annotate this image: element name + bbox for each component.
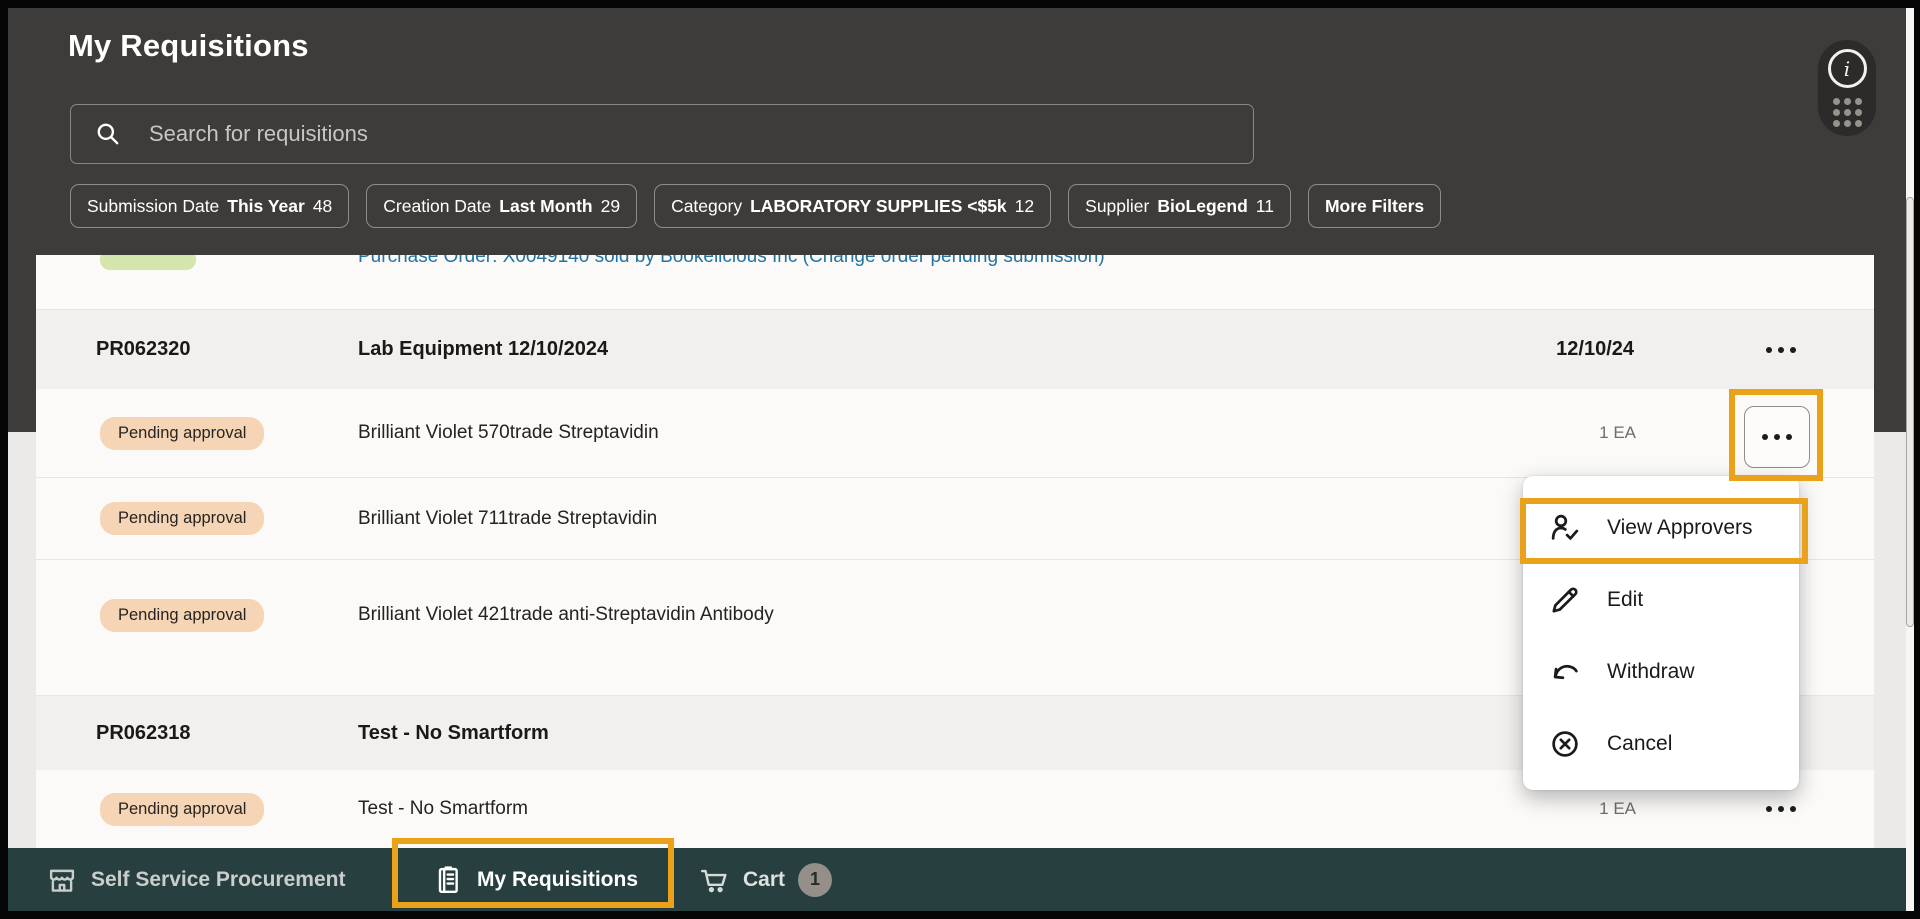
requisition-id: PR062318: [96, 722, 191, 745]
menu-item-view-approvers[interactable]: View Approvers: [1523, 492, 1799, 564]
person-check-icon: [1549, 512, 1581, 544]
tab-label: Self Service Procurement: [91, 868, 345, 892]
line-item-name: Brilliant Violet 711trade Streptavidin: [358, 508, 657, 530]
filter-label: More Filters: [1325, 196, 1424, 217]
scrollbar-track[interactable]: [1906, 8, 1914, 911]
line-item-quantity: 1 EA: [1599, 423, 1636, 443]
requisition-id: PR062320: [96, 338, 191, 361]
filter-chip-category[interactable]: Category LABORATORY SUPPLIES <$5k 12: [654, 184, 1051, 228]
cart-count-badge: 1: [798, 863, 832, 897]
filter-label: Submission Date: [87, 196, 219, 217]
line-actions-ellipsis-icon[interactable]: [1766, 806, 1796, 812]
filter-label: Category: [671, 196, 742, 217]
tab-label: Cart: [743, 868, 785, 892]
storefront-icon: [46, 864, 78, 896]
filter-chip-bar: Submission Date This Year 48 Creation Da…: [70, 184, 1441, 228]
purchase-order-link[interactable]: Purchase Order: X0049140 sold by Bookeli…: [358, 255, 1105, 268]
filter-value: LABORATORY SUPPLIES <$5k: [750, 196, 1007, 217]
info-icon[interactable]: i: [1828, 49, 1867, 88]
approved-status-badge-partial: [100, 255, 196, 270]
ellipsis-icon: [1762, 434, 1792, 440]
requisition-line-row: Pending approval Brilliant Violet 570tra…: [36, 389, 1874, 478]
filter-value: This Year: [227, 196, 305, 217]
pencil-icon: [1549, 584, 1581, 616]
filter-count: 48: [313, 196, 332, 217]
bottom-nav: Self Service Procurement My Requisitions…: [8, 848, 1906, 911]
clipboard-list-icon: [432, 864, 464, 896]
filter-count: 29: [601, 196, 620, 217]
menu-item-label: View Approvers: [1607, 516, 1753, 540]
requisition-group-header: PR062320 Lab Equipment 12/10/2024 12/10/…: [36, 310, 1874, 389]
shopping-cart-icon: [698, 864, 730, 896]
more-filters-chip[interactable]: More Filters: [1308, 184, 1441, 228]
group-actions-ellipsis-icon[interactable]: [1766, 347, 1796, 353]
tab-my-requisitions[interactable]: My Requisitions: [432, 848, 638, 911]
filter-label: Creation Date: [383, 196, 491, 217]
menu-item-label: Cancel: [1607, 732, 1672, 756]
search-icon: [95, 121, 121, 147]
menu-item-cancel[interactable]: Cancel: [1523, 708, 1799, 780]
menu-item-withdraw[interactable]: Withdraw: [1523, 636, 1799, 708]
tab-cart[interactable]: Cart 1: [698, 848, 832, 911]
status-badge: Pending approval: [100, 793, 264, 826]
apps-grid-icon[interactable]: [1833, 98, 1862, 127]
filter-chip-supplier[interactable]: Supplier BioLegend 11: [1068, 184, 1291, 228]
filter-label: Supplier: [1085, 196, 1149, 217]
filter-count: 12: [1015, 196, 1034, 217]
requisition-date: 12/10/24: [1556, 338, 1634, 361]
tab-label: My Requisitions: [477, 868, 638, 892]
line-item-name: Test - No Smartform: [358, 798, 528, 820]
requisition-title: Test - No Smartform: [358, 722, 549, 745]
filter-chip-submission-date[interactable]: Submission Date This Year 48: [70, 184, 349, 228]
circle-x-icon: [1549, 728, 1581, 760]
status-badge: Pending approval: [100, 417, 264, 450]
undo-arrow-icon: [1549, 656, 1581, 688]
line-item-quantity: 1 EA: [1599, 799, 1636, 819]
filter-chip-creation-date[interactable]: Creation Date Last Month 29: [366, 184, 637, 228]
floating-toolbar: i: [1818, 40, 1876, 136]
filter-value: Last Month: [499, 196, 592, 217]
filter-count: 11: [1256, 196, 1274, 217]
search-box[interactable]: [70, 104, 1254, 164]
filter-value: BioLegend: [1157, 196, 1247, 217]
requisition-row-partial: Purchase Order: X0049140 sold by Bookeli…: [36, 255, 1874, 310]
page-title: My Requisitions: [68, 28, 309, 64]
requisition-title: Lab Equipment 12/10/2024: [358, 338, 608, 361]
line-item-name: Brilliant Violet 421trade anti-Streptavi…: [358, 604, 774, 626]
line-item-name: Brilliant Violet 570trade Streptavidin: [358, 422, 659, 444]
tab-self-service-procurement[interactable]: Self Service Procurement: [46, 848, 345, 911]
menu-item-edit[interactable]: Edit: [1523, 564, 1799, 636]
line-actions-menu-button[interactable]: [1744, 406, 1810, 468]
menu-item-label: Edit: [1607, 588, 1643, 612]
search-input[interactable]: [147, 120, 1253, 148]
scrollbar-thumb[interactable]: [1906, 197, 1914, 627]
status-badge: Pending approval: [100, 599, 264, 632]
row-actions-menu: View Approvers Edit Withdraw Cancel: [1523, 476, 1799, 790]
menu-item-label: Withdraw: [1607, 660, 1695, 684]
status-badge: Pending approval: [100, 502, 264, 535]
